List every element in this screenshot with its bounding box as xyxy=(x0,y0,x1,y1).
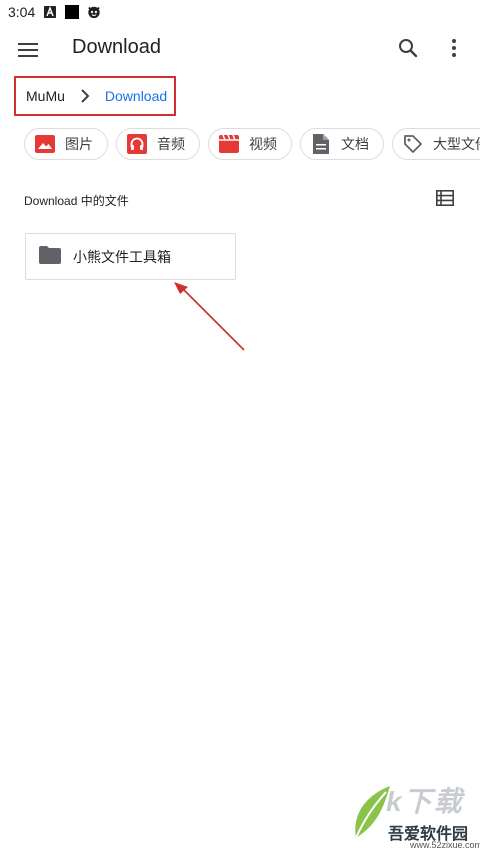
watermark-big-text: k下载 xyxy=(386,786,464,817)
breadcrumb-root[interactable]: MuMu xyxy=(26,88,65,104)
face-icon xyxy=(87,5,101,19)
status-bar: 3:04 xyxy=(0,0,480,24)
page-title: Download xyxy=(72,36,161,58)
tag-icon xyxy=(403,134,423,154)
folder-name: 小熊文件工具箱 xyxy=(73,248,171,265)
chip-large-files[interactable]: 大型文件 xyxy=(392,128,480,160)
annotation-arrow xyxy=(174,282,245,351)
chip-label: 图片 xyxy=(65,136,93,152)
section-title: Download 中的文件 xyxy=(24,193,129,208)
chip-label: 大型文件 xyxy=(433,136,480,152)
breadcrumb-current[interactable]: Download xyxy=(105,88,167,104)
search-button[interactable] xyxy=(396,36,420,60)
chip-documents[interactable]: 文档 xyxy=(300,128,384,160)
menu-button[interactable] xyxy=(16,38,40,62)
image-icon xyxy=(35,134,55,154)
search-icon xyxy=(399,39,418,58)
category-chips: 图片 音频 视频 文档 大型文件 xyxy=(24,128,480,160)
section-header: Download 中的文件 xyxy=(24,190,456,210)
more-options-button[interactable] xyxy=(442,36,466,60)
chevron-right-icon xyxy=(73,84,97,108)
black-square-icon xyxy=(65,5,80,19)
chip-label: 文档 xyxy=(341,136,369,152)
headphones-icon xyxy=(127,134,147,154)
video-icon xyxy=(219,134,239,154)
menu-icon xyxy=(18,43,38,57)
chip-video[interactable]: 视频 xyxy=(208,128,292,160)
list-view-icon xyxy=(436,190,454,206)
chip-label: 音频 xyxy=(157,136,185,152)
folder-icon xyxy=(39,245,61,268)
watermark: k下载 吾爱软件园 www.52zixue.com xyxy=(350,780,480,850)
folder-item[interactable]: 小熊文件工具箱 xyxy=(25,233,236,280)
app-bar: Download xyxy=(0,24,480,76)
chip-audio[interactable]: 音频 xyxy=(116,128,200,160)
watermark-url: www.52zixue.com xyxy=(410,840,480,850)
a-icon xyxy=(43,5,57,19)
document-icon xyxy=(311,134,331,154)
chip-label: 视频 xyxy=(249,136,277,152)
more-vert-icon xyxy=(452,39,456,57)
chip-images[interactable]: 图片 xyxy=(24,128,108,160)
breadcrumb: MuMu Download xyxy=(14,76,176,116)
status-time: 3:04 xyxy=(8,4,36,20)
list-view-button[interactable] xyxy=(436,190,456,210)
